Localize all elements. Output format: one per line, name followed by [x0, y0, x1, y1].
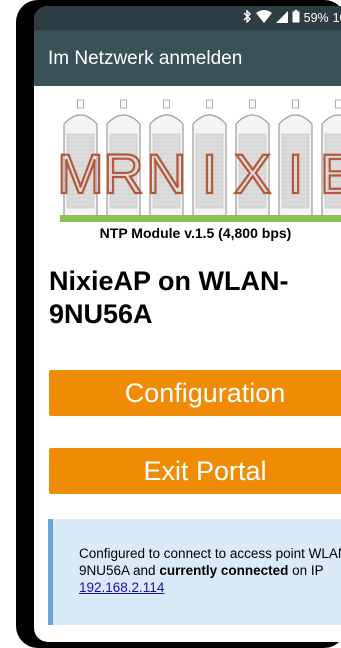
cell-signal-icon — [275, 10, 288, 26]
nixie-letter: R — [103, 142, 143, 205]
nixie-letter: I — [288, 142, 304, 205]
nixie-tube: N — [145, 99, 188, 216]
app-bar: Im Netzwerk anmelden — [34, 30, 341, 86]
nixie-letter: I — [202, 142, 218, 205]
mr-nixie-logo: MRNIXIE — [56, 98, 341, 223]
logo-base — [60, 215, 341, 222]
nixie-letter: E — [320, 142, 341, 205]
info-connected-bold: currently connected — [159, 563, 289, 578]
page-title: NixieAP on WLAN-9NU56A — [49, 266, 289, 329]
battery-percent: 59% — [303, 11, 329, 25]
nixie-letter: M — [60, 142, 104, 205]
nixie-tube: I — [192, 99, 227, 216]
connection-info-text: Configured to connect to access point WL… — [79, 545, 341, 596]
battery-icon — [292, 10, 300, 26]
bluetooth-icon — [243, 9, 252, 26]
nixie-tube: X — [233, 99, 272, 216]
nixie-tube: I — [278, 99, 313, 216]
module-subtitle: NTP Module v.1.5 (4,800 bps) — [99, 225, 292, 241]
ip-address-link[interactable]: 192.168.2.114 — [79, 580, 164, 595]
status-bar: 59% 10:3 — [34, 6, 341, 30]
info-text-part2: on IP — [288, 563, 324, 578]
nixie-letter: N — [146, 142, 186, 205]
exit-portal-button[interactable]: Exit Portal — [49, 448, 341, 494]
configuration-button[interactable]: Configuration — [49, 370, 341, 416]
phone-frame: 59% 10:3 Im Netzwerk anmelden MRNIXIE NT… — [16, 0, 341, 648]
phone-screen: 59% 10:3 Im Netzwerk anmelden MRNIXIE NT… — [34, 6, 341, 642]
wifi-icon — [255, 10, 272, 26]
connection-info-box: Configured to connect to access point WL… — [48, 519, 341, 625]
nixie-tube: M — [56, 99, 105, 216]
status-icons: 59% 10:3 — [243, 9, 341, 26]
nixie-tube: R — [102, 99, 145, 216]
app-bar-title: Im Netzwerk anmelden — [48, 48, 243, 69]
nixie-tube: E — [319, 99, 341, 216]
nixie-letter: X — [234, 142, 271, 205]
status-time: 10:3 — [332, 11, 341, 25]
